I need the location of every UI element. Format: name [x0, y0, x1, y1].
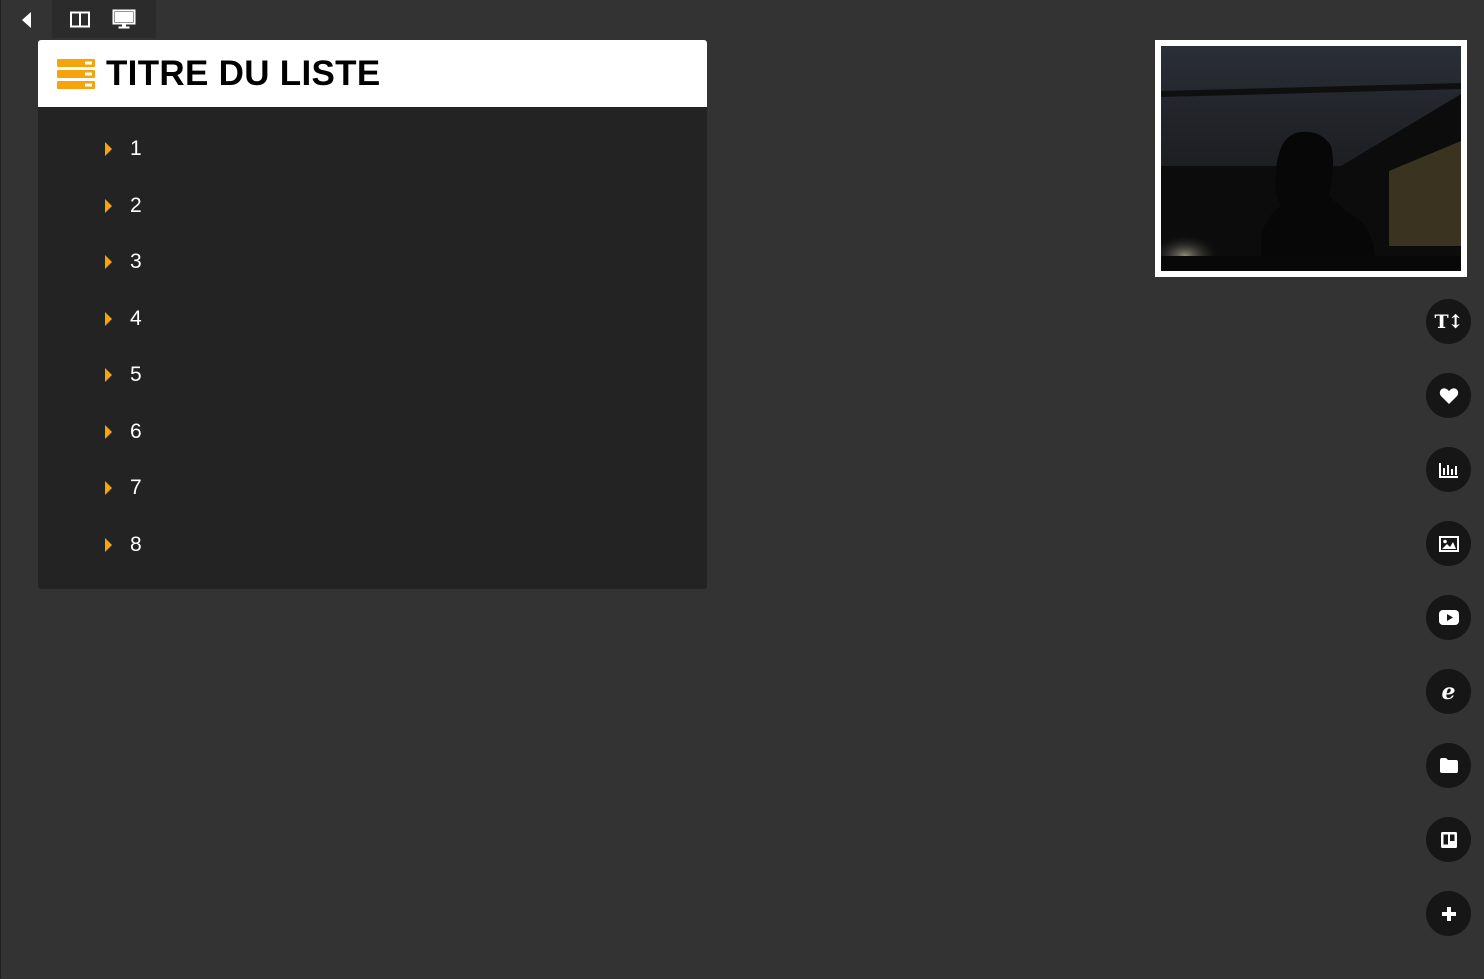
favorite-button[interactable]	[1426, 373, 1471, 418]
list-item-label: 3	[130, 250, 142, 273]
list-item-label: 8	[130, 533, 142, 556]
caret-right-icon	[105, 538, 112, 552]
monitor-icon	[112, 9, 136, 29]
split-view-icon	[70, 11, 90, 27]
caret-right-icon	[105, 199, 112, 213]
list-item-label: 1	[130, 137, 142, 160]
list-item-label: 2	[130, 194, 142, 217]
list-panel: TITRE DU LISTE 1 2 3 4 5 6 7 8	[38, 40, 707, 589]
back-button[interactable]	[14, 6, 40, 34]
left-edge-divider	[0, 0, 1, 979]
list-item[interactable]: 7	[104, 473, 142, 503]
image-button[interactable]	[1426, 521, 1471, 566]
webcam-feed-image	[1161, 46, 1461, 271]
caret-right-icon	[105, 312, 112, 326]
internet-explorer-icon: e	[1441, 678, 1456, 705]
text-size-button[interactable]: T↕	[1426, 299, 1471, 344]
heart-icon	[1439, 387, 1458, 404]
webcam-preview[interactable]	[1155, 40, 1467, 277]
youtube-icon	[1438, 610, 1459, 625]
view-toolbar	[52, 0, 156, 38]
list-item-label: 5	[130, 363, 142, 386]
caret-right-icon	[105, 425, 112, 439]
web-page-button[interactable]: e	[1426, 669, 1471, 714]
split-view-button[interactable]	[58, 0, 102, 38]
text-size-icon: T↕	[1434, 310, 1463, 333]
list-item[interactable]: 2	[104, 191, 142, 221]
trello-icon	[1440, 831, 1457, 848]
list-icon	[57, 58, 95, 89]
list-title: TITRE DU LISTE	[106, 54, 381, 93]
caret-right-icon	[105, 255, 112, 269]
add-button[interactable]	[1426, 891, 1471, 936]
list-item[interactable]: 5	[104, 360, 142, 390]
monitor-view-button[interactable]	[102, 0, 146, 38]
list-item-label: 7	[130, 476, 142, 499]
image-icon	[1438, 535, 1459, 552]
caret-right-icon	[105, 368, 112, 382]
list-item[interactable]: 8	[104, 530, 142, 560]
folder-button[interactable]	[1426, 743, 1471, 788]
list-panel-header: TITRE DU LISTE	[38, 40, 707, 107]
plus-icon	[1441, 906, 1456, 921]
bar-chart-icon	[1438, 462, 1458, 478]
list-item-label: 6	[130, 420, 142, 443]
folder-icon	[1439, 758, 1458, 773]
youtube-button[interactable]	[1426, 595, 1471, 640]
list-item[interactable]: 6	[104, 417, 142, 447]
back-arrow-icon	[22, 12, 31, 28]
caret-right-icon	[105, 481, 112, 495]
list-item[interactable]: 1	[104, 134, 142, 164]
list-item[interactable]: 4	[104, 304, 142, 334]
caret-right-icon	[105, 142, 112, 156]
list-item-label: 4	[130, 307, 142, 330]
trello-button[interactable]	[1426, 817, 1471, 862]
list-item[interactable]: 3	[104, 247, 142, 277]
chart-button[interactable]	[1426, 447, 1471, 492]
